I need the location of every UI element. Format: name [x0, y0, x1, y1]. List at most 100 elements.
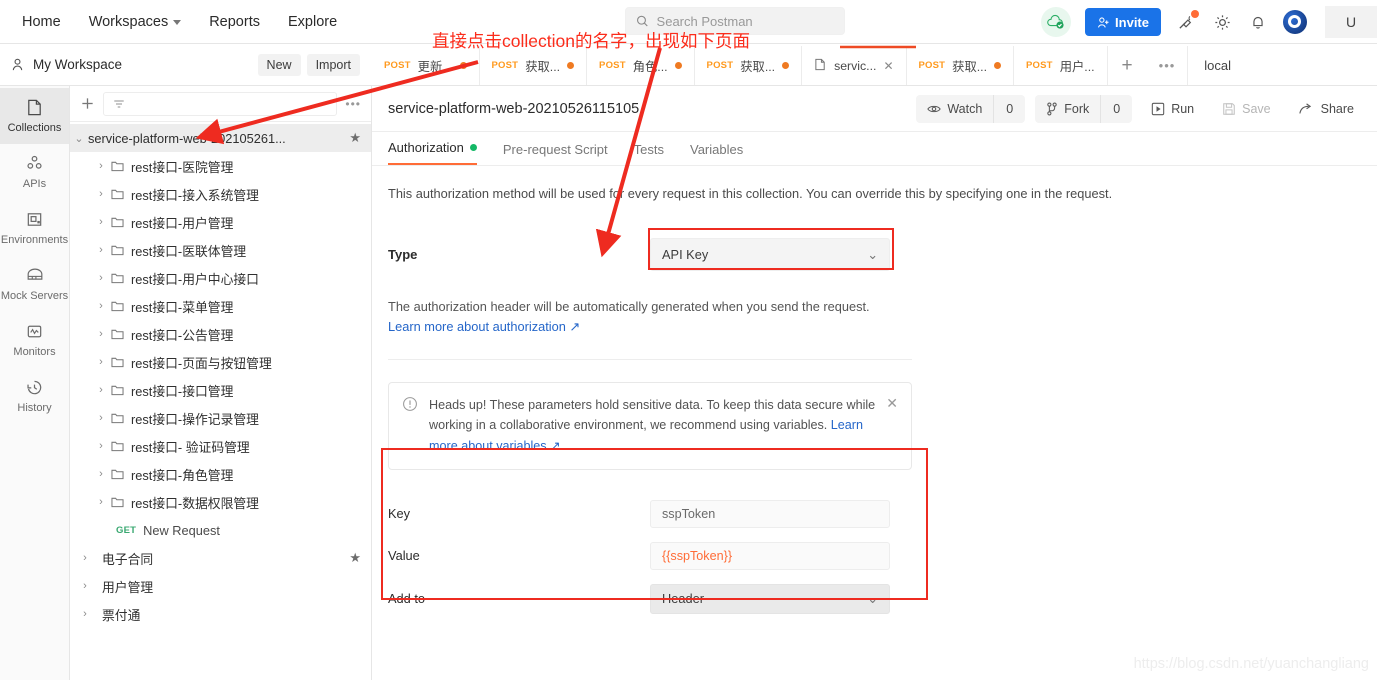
search-input[interactable] — [656, 13, 834, 29]
tree-collection-row[interactable]: › 用户管理 — [70, 572, 371, 600]
tree-folder-row[interactable]: › rest接口-接入系统管理 — [70, 180, 371, 208]
tab-pre-request-script[interactable]: Pre-request Script — [503, 142, 608, 165]
save-button[interactable]: Save — [1213, 95, 1280, 123]
nav-item-reports-label: Reports — [209, 13, 260, 30]
auth-note-link[interactable]: Learn more about authorization ↗ — [388, 319, 580, 334]
nav-item-explore[interactable]: Explore — [278, 14, 347, 30]
close-icon[interactable]: ✕ — [886, 395, 898, 457]
chevron-right-icon[interactable]: › — [76, 552, 94, 564]
close-icon[interactable]: ✕ — [883, 59, 893, 73]
watch-count[interactable]: 0 — [993, 94, 1025, 123]
folder-icon — [111, 440, 124, 452]
request-tab-active[interactable]: servic... ✕ — [802, 46, 907, 85]
key-input[interactable]: sspToken — [650, 499, 890, 528]
value-input[interactable]: {{sspToken}} — [650, 541, 890, 570]
fork-icon — [1047, 102, 1057, 115]
rail-item-collections[interactable]: Collections — [0, 88, 69, 144]
chevron-right-icon[interactable]: › — [92, 188, 110, 200]
invite-label: Invite — [1115, 14, 1149, 30]
collection-name-label[interactable]: service-platform-web-202105261... — [88, 131, 286, 146]
global-search[interactable] — [625, 7, 845, 35]
request-tab[interactable]: POST 更新... — [372, 46, 480, 85]
tree-folder-row[interactable]: › rest接口-页面与按钮管理 — [70, 348, 371, 376]
auth-type-select[interactable]: API Key ⌄ — [650, 238, 890, 271]
tab-authorization[interactable]: Authorization — [388, 140, 477, 165]
nav-item-workspaces-label: Workspaces — [88, 13, 169, 30]
tree-collection-row[interactable]: ⌄ service-platform-web-202105261... ★ — [70, 124, 371, 152]
sidebar-more-icon[interactable]: ••• — [345, 97, 361, 111]
star-icon[interactable]: ★ — [349, 130, 361, 146]
tree-folder-row[interactable]: › rest接口-医院管理 — [70, 152, 371, 180]
chevron-right-icon[interactable]: › — [92, 328, 110, 340]
tree-collection-row[interactable]: › 电子合同 ★ — [70, 544, 371, 572]
nav-item-workspaces[interactable]: Workspaces — [79, 14, 192, 30]
addto-select[interactable]: Header ⌄ — [650, 583, 890, 614]
chevron-right-icon[interactable]: › — [92, 356, 110, 368]
run-button[interactable]: Run — [1142, 95, 1203, 123]
gear-icon[interactable] — [1211, 11, 1233, 33]
nav-item-home[interactable]: Home — [12, 14, 71, 30]
share-label: Share — [1320, 101, 1354, 116]
tree-folder-row[interactable]: › rest接口-用户中心接口 — [70, 264, 371, 292]
tree-folder-row[interactable]: › rest接口-接口管理 — [70, 376, 371, 404]
workspace-name[interactable]: My Workspace — [33, 57, 122, 72]
nav-item-reports[interactable]: Reports — [199, 14, 270, 30]
request-tab[interactable]: POST 用户... — [1014, 46, 1108, 85]
chevron-right-icon[interactable]: › — [92, 272, 110, 284]
chevron-right-icon[interactable]: › — [92, 468, 110, 480]
rail-item-monitors[interactable]: Monitors — [0, 312, 69, 368]
tab-options-button[interactable]: ••• — [1147, 46, 1189, 85]
tree-collection-row[interactable]: › 票付通 — [70, 600, 371, 628]
chevron-right-icon[interactable]: › — [92, 384, 110, 396]
satellite-icon[interactable] — [1175, 10, 1199, 33]
postman-avatar[interactable] — [1283, 10, 1307, 34]
tree-folder-row[interactable]: › rest接口- 验证码管理 — [70, 432, 371, 460]
sidebar-filter-input[interactable] — [103, 91, 338, 116]
folder-label: rest接口-公告管理 — [131, 327, 234, 343]
chevron-right-icon[interactable]: › — [92, 244, 110, 256]
tree-request-row[interactable]: GET New Request — [70, 516, 371, 544]
apis-icon — [27, 155, 42, 169]
tree-folder-row[interactable]: › rest接口-菜单管理 — [70, 292, 371, 320]
request-tab[interactable]: POST 获取... — [907, 46, 1015, 85]
tree-folder-row[interactable]: › rest接口-医联体管理 — [70, 236, 371, 264]
chevron-right-icon[interactable]: › — [76, 608, 94, 620]
tree-folder-row[interactable]: › rest接口-数据权限管理 — [70, 488, 371, 516]
cloud-sync-icon[interactable] — [1041, 7, 1072, 37]
request-tab[interactable]: POST 获取... — [480, 46, 588, 85]
tree-folder-row[interactable]: › rest接口-公告管理 — [70, 320, 371, 348]
request-tab[interactable]: POST 角色... — [587, 46, 695, 85]
fork-button[interactable]: Fork — [1035, 95, 1100, 123]
chevron-right-icon[interactable]: › — [92, 412, 110, 424]
chevron-right-icon[interactable]: › — [92, 160, 110, 172]
tree-folder-row[interactable]: › rest接口-角色管理 — [70, 460, 371, 488]
tab-tests[interactable]: Tests — [634, 142, 664, 165]
new-tab-button[interactable]: + — [1108, 46, 1147, 85]
user-menu[interactable]: U — [1325, 6, 1377, 38]
plus-icon[interactable] — [80, 96, 95, 111]
rail-item-history[interactable]: History — [0, 368, 69, 424]
import-button[interactable]: Import — [306, 53, 360, 76]
tab-variables[interactable]: Variables — [690, 142, 743, 165]
chevron-right-icon[interactable]: › — [92, 496, 110, 508]
chevron-right-icon[interactable]: › — [92, 300, 110, 312]
rail-item-mock-servers[interactable]: Mock Servers — [0, 256, 69, 312]
bell-icon[interactable] — [1247, 11, 1269, 33]
request-tab[interactable]: POST 获取... — [695, 46, 803, 85]
share-button[interactable]: Share — [1290, 95, 1363, 123]
environment-selector[interactable]: local — [1188, 46, 1247, 85]
star-icon[interactable]: ★ — [349, 550, 361, 566]
chevron-down-icon[interactable]: ⌄ — [70, 132, 88, 145]
chevron-right-icon[interactable]: › — [76, 580, 94, 592]
fork-count[interactable]: 0 — [1100, 94, 1132, 123]
invite-button[interactable]: Invite — [1085, 8, 1161, 36]
tree-folder-row[interactable]: › rest接口-用户管理 — [70, 208, 371, 236]
rail-item-environments[interactable]: Environments — [0, 200, 69, 256]
new-button[interactable]: New — [257, 53, 301, 76]
chevron-right-icon[interactable]: › — [92, 440, 110, 452]
collection-subtabs: Authorization Pre-request Script Tests V… — [372, 132, 1377, 166]
chevron-right-icon[interactable]: › — [92, 216, 110, 228]
rail-item-apis[interactable]: APIs — [0, 144, 69, 200]
watch-button[interactable]: Watch — [916, 95, 993, 123]
tree-folder-row[interactable]: › rest接口-操作记录管理 — [70, 404, 371, 432]
